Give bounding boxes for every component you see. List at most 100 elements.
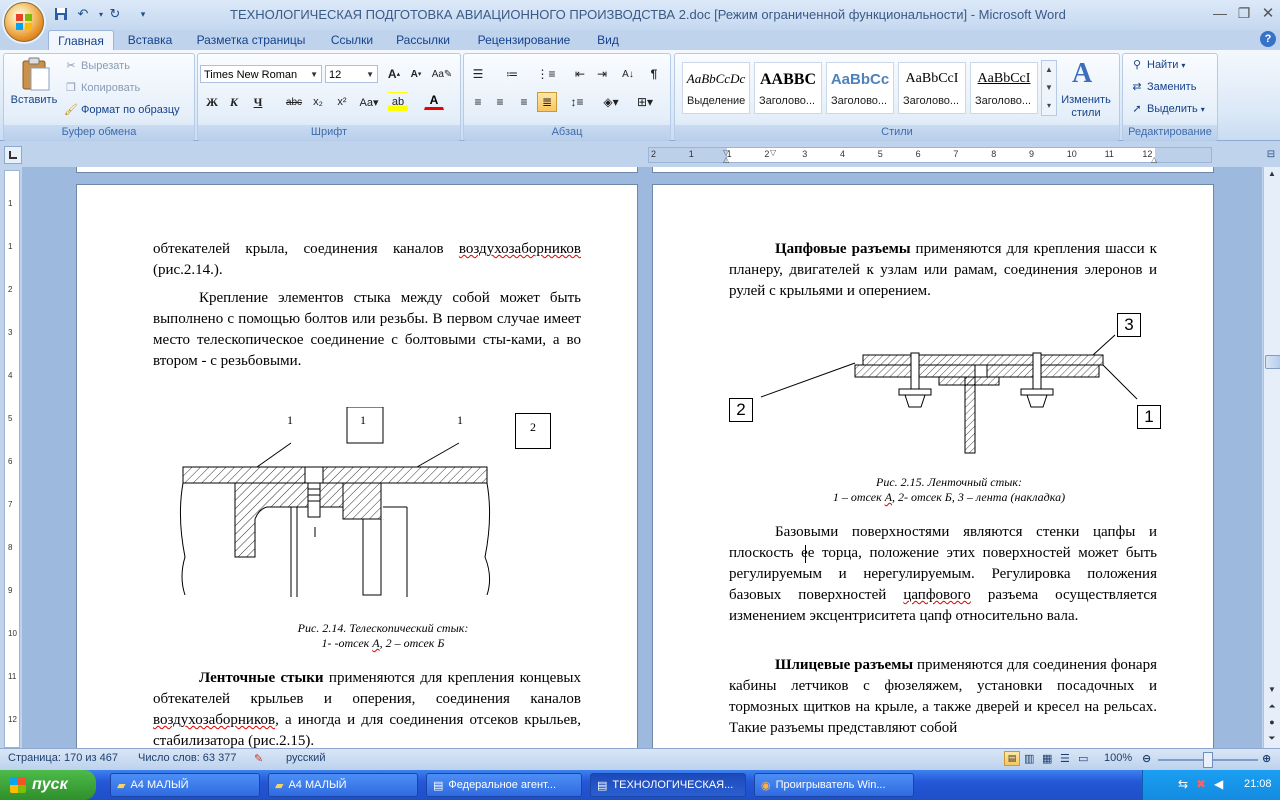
zoom-thumb[interactable] [1203, 752, 1213, 768]
outline-icon[interactable]: ☰ [1060, 752, 1070, 765]
sort-icon[interactable]: A↓ [618, 64, 638, 84]
shrink-font-icon[interactable]: A ▾ [406, 64, 426, 84]
save-icon[interactable] [52, 5, 70, 23]
change-case-icon[interactable]: Aa▾ [356, 92, 382, 112]
taskbar-item[interactable]: ▰ А4 МАЛЫЙ [110, 773, 260, 797]
style-heading-2[interactable]: AaBbCc Заголово... [826, 62, 894, 114]
font-name-field[interactable]: Times New Roman ▼ [200, 65, 322, 83]
select-button[interactable]: ➚ Выделить ▾ [1130, 102, 1204, 116]
minimize-icon[interactable]: — [1208, 4, 1232, 22]
restore-icon[interactable]: ❐ [1232, 4, 1256, 22]
right-indent-marker[interactable]: △ [1151, 155, 1157, 164]
subscript-icon[interactable]: x₂ [308, 92, 328, 112]
view-ruler-icon[interactable]: ⊟ [1264, 149, 1278, 163]
page-left[interactable]: обтекателей крыла, соединения каналов во… [76, 184, 638, 748]
close-icon[interactable]: ✕ [1256, 4, 1280, 22]
show-marks-icon[interactable]: ¶ [644, 64, 664, 84]
scroll-down-icon[interactable]: ▼ [1265, 683, 1279, 697]
help-icon[interactable]: ? [1260, 31, 1276, 47]
office-button[interactable] [4, 2, 44, 42]
scroll-thumb[interactable] [1265, 355, 1280, 369]
language-indicator[interactable]: русский [286, 752, 325, 764]
proofing-icon[interactable]: ✎ [254, 752, 263, 765]
find-button[interactable]: ⚲ Найти ▾ [1130, 58, 1185, 72]
align-left-icon[interactable]: ≡ [468, 92, 488, 112]
network-icon[interactable]: ⇆ [1178, 777, 1188, 791]
style-emphasis[interactable]: AaBbCcDc Выделение [682, 62, 750, 114]
next-page-icon[interactable]: ⏷ [1265, 731, 1279, 745]
tab-references[interactable]: Ссылки [322, 30, 382, 50]
print-layout-icon[interactable]: ▤ [1004, 751, 1020, 766]
zoom-level[interactable]: 100% [1104, 752, 1132, 764]
justify-icon[interactable]: ≣ [537, 92, 557, 112]
zoom-out-icon[interactable]: ⊖ [1142, 752, 1151, 765]
strikethrough-icon[interactable]: abc [284, 92, 304, 112]
cut-button[interactable]: ✂ Вырезать [64, 59, 130, 73]
superscript-icon[interactable]: x² [332, 92, 352, 112]
line-spacing-icon[interactable]: ↕≡ [564, 92, 590, 112]
multilevel-list-icon[interactable]: ⋮≡ [536, 64, 556, 84]
underline-icon[interactable]: Ч [248, 92, 268, 112]
customize-qat-icon[interactable]: ▾ [134, 5, 152, 23]
full-screen-reading-icon[interactable]: ▥ [1024, 752, 1034, 765]
hanging-indent-marker[interactable]: ▽ [770, 148, 776, 157]
font-size-dropdown-icon[interactable]: ▼ [366, 66, 374, 84]
tab-selector[interactable] [4, 146, 22, 164]
zoom-in-icon[interactable]: ⊕ [1262, 752, 1271, 765]
taskbar-item[interactable]: ▰ А4 МАЛЫЙ [268, 773, 418, 797]
styles-scroll[interactable]: ▲ ▼ ▾ [1041, 60, 1057, 116]
browse-object-icon[interactable]: ● [1265, 715, 1279, 729]
tab-insert[interactable]: Вставка [120, 30, 180, 50]
font-name-dropdown-icon[interactable]: ▼ [310, 66, 318, 84]
highlight-icon[interactable]: ab [388, 92, 408, 112]
tab-view[interactable]: Вид [590, 30, 626, 50]
start-button[interactable]: пуск [0, 770, 96, 800]
align-right-icon[interactable]: ≡ [514, 92, 534, 112]
paste-button[interactable]: Вставить [11, 56, 57, 118]
clear-formatting-icon[interactable]: Aa✎ [432, 64, 453, 84]
shading-icon[interactable]: ◈▾ [598, 92, 624, 112]
web-layout-icon[interactable]: ▦ [1042, 752, 1052, 765]
italic-icon[interactable]: К [224, 92, 244, 112]
format-painter-button[interactable]: 🖌 Формат по образцу [64, 103, 180, 117]
draft-icon[interactable]: ▭ [1078, 752, 1088, 765]
security-icon[interactable]: ✖ [1196, 777, 1206, 791]
left-indent-marker[interactable]: △ [723, 155, 729, 164]
tab-page-layout[interactable]: Разметка страницы [188, 30, 314, 50]
increase-indent-icon[interactable]: ⇥ [592, 64, 612, 84]
numbering-icon[interactable]: ≔ [502, 64, 522, 84]
taskbar-item[interactable]: ▤ Федеральное агент... [426, 773, 582, 797]
replace-button[interactable]: ⇄ Заменить [1130, 80, 1196, 94]
styles-group-label: Стили [675, 125, 1119, 140]
page-right[interactable]: Цапфовые разъемы применяются для креплен… [652, 184, 1214, 748]
font-size-value: 12 [329, 69, 342, 81]
font-color-icon[interactable]: A [424, 92, 444, 110]
word-count[interactable]: Число слов: 63 377 [138, 752, 236, 764]
page-count[interactable]: Страница: 170 из 467 [8, 752, 118, 764]
previous-page-icon[interactable]: ⏶ [1265, 699, 1279, 713]
ruler-tick-label: 5 [877, 149, 883, 159]
scroll-up-icon[interactable]: ▲ [1265, 167, 1279, 181]
bold-icon[interactable]: Ж [202, 92, 222, 112]
horizontal-ruler[interactable]: 2 1 1 2 3 4 5 6 7 8 9 10 11 12 ▽ △ ▽ △ [648, 147, 1212, 164]
tab-home[interactable]: Главная [48, 30, 114, 51]
align-center-icon[interactable]: ≡ [490, 92, 510, 112]
copy-button[interactable]: ❐ Копировать [64, 81, 140, 95]
vertical-scrollbar[interactable]: ▲ ▼ ⏶ ● ⏷ [1263, 167, 1280, 748]
style-heading-4[interactable]: AaBbCcI Заголово... [970, 62, 1038, 114]
grow-font-icon[interactable]: A ▴ [384, 64, 404, 84]
style-heading-3[interactable]: AaBbCcI Заголово... [898, 62, 966, 114]
borders-icon[interactable]: ⊞▾ [632, 92, 658, 112]
decrease-indent-icon[interactable]: ⇤ [570, 64, 590, 84]
change-styles-button[interactable]: A Изменить стили [1058, 56, 1114, 120]
taskbar-item-active[interactable]: ▤ ТЕХНОЛОГИЧЕСКАЯ... [590, 773, 746, 797]
font-size-field[interactable]: 12 ▼ [325, 65, 378, 83]
volume-icon[interactable]: ◀ [1214, 777, 1223, 791]
tab-review[interactable]: Рецензирование [464, 30, 584, 50]
style-heading-1[interactable]: AABBC Заголово... [754, 62, 822, 114]
taskbar-item[interactable]: ◉ Проигрыватель Win... [754, 773, 914, 797]
bullets-icon[interactable]: ☰ [468, 64, 488, 84]
tab-mailings[interactable]: Рассылки [390, 30, 456, 50]
redo-icon[interactable]: ↻ [106, 5, 124, 23]
undo-icon[interactable]: ↶ [74, 5, 92, 23]
